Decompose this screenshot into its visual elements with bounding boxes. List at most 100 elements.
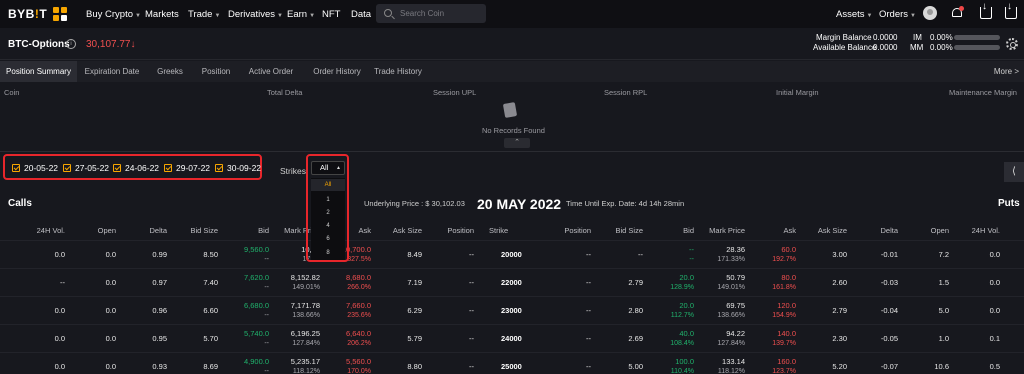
nav-buy-crypto[interactable]: Buy Crypto ▼ <box>86 9 141 20</box>
cell-p-bidsize[interactable]: -- <box>638 250 643 259</box>
col-put-position: Position <box>564 226 591 235</box>
cell-c-bidsize[interactable]: 8.50 <box>203 250 218 259</box>
cell-c-ask-iv: 170.0% <box>347 368 371 374</box>
expiry-chip[interactable]: 29-07-22 <box>164 162 210 174</box>
cell-c-bidsize[interactable]: 7.40 <box>203 278 218 287</box>
search-input[interactable]: Search Coin <box>400 9 444 18</box>
cell-p-bid[interactable]: 40.0 <box>679 329 694 338</box>
cell-p-asksize[interactable]: 5.20 <box>832 362 847 371</box>
cell-p-ask[interactable]: 60.0 <box>781 245 796 254</box>
cell-c-asksize[interactable]: 7.19 <box>407 278 422 287</box>
position-tabs: Position Summary Expiration Date Greeks … <box>0 61 1024 82</box>
cell-p-ask[interactable]: 140.0 <box>777 329 796 338</box>
cell-c-ask[interactable]: 7,660.0 <box>346 301 371 310</box>
collapse-chevron-icon[interactable]: ⌃ <box>504 138 530 148</box>
checkbox-icon[interactable] <box>113 164 121 172</box>
tab-trade-history[interactable]: Trade History <box>372 61 424 82</box>
cell-c-bid[interactable]: 4,900.0 <box>244 357 269 366</box>
cell-c-bid[interactable]: 5,740.0 <box>244 329 269 338</box>
checkbox-icon[interactable] <box>12 164 20 172</box>
cell-c-asksize[interactable]: 8.49 <box>407 250 422 259</box>
cell-p-asksize[interactable]: 2.30 <box>832 334 847 343</box>
tab-position-summary[interactable]: Position Summary <box>0 61 77 82</box>
cell-p-bidsize[interactable]: 2.79 <box>628 278 643 287</box>
cell-p-bid[interactable]: 100.0 <box>675 357 694 366</box>
bybit-logo[interactable]: BYB!T <box>8 7 47 21</box>
cell-p-bid[interactable]: 20.0 <box>679 301 694 310</box>
nav-trade[interactable]: Trade ▼ <box>188 9 220 20</box>
cell-p-bid[interactable]: -- <box>689 245 694 254</box>
expiry-chip[interactable]: 30-09-22 <box>215 162 261 174</box>
download-icon[interactable] <box>980 1 992 19</box>
collapse-panel-icon[interactable]: ⟨ <box>1004 162 1024 182</box>
col-call-position: Position <box>447 226 474 235</box>
tab-position[interactable]: Position <box>198 61 234 82</box>
tab-order-history[interactable]: Order History <box>307 61 367 82</box>
tab-greeks[interactable]: Greeks <box>153 61 187 82</box>
expiry-chip[interactable]: 27-05-22 <box>63 162 109 174</box>
assets-menu[interactable]: Assets ▼ <box>836 9 872 20</box>
cell-p-ask[interactable]: 120.0 <box>777 301 796 310</box>
cell-p-bidsize[interactable]: 5.00 <box>628 362 643 371</box>
cell-p-delta: -0.01 <box>880 250 898 259</box>
cell-c-asksize[interactable]: 8.80 <box>407 362 422 371</box>
cell-c-bidsize[interactable]: 5.70 <box>203 334 218 343</box>
nav-nft[interactable]: NFT <box>322 9 340 20</box>
cell-c-bid[interactable]: 6,680.0 <box>244 301 269 310</box>
mm-bar <box>954 45 1000 50</box>
cell-p-bidsize[interactable]: 2.69 <box>628 334 643 343</box>
avatar[interactable] <box>923 6 937 20</box>
col-put-ask-size: Ask Size <box>817 226 847 235</box>
table-row[interactable]: 0.0 0.0 0.96 6.60 6,680.0 -- 7,171.78 138.66% 7,… <box>0 296 1024 324</box>
more-link[interactable]: More > <box>994 67 1019 76</box>
cell-c-bid[interactable]: 9,560.0 <box>244 245 269 254</box>
cell-p-bidsize[interactable]: 2.80 <box>628 306 643 315</box>
cell-p-asksize[interactable]: 2.79 <box>832 306 847 315</box>
tab-active-order[interactable]: Active Order <box>245 61 297 82</box>
cell-c-vol: -- <box>60 278 65 287</box>
empty-state-text: No Records Found <box>482 126 545 135</box>
cell-p-ask[interactable]: 160.0 <box>777 357 796 366</box>
cell-p-asksize[interactable]: 3.00 <box>832 250 847 259</box>
last-price: 30,107.77↓ <box>86 39 136 50</box>
cell-c-bidsize[interactable]: 6.60 <box>203 306 218 315</box>
table-row[interactable]: 0.00.00.998.509,560.0--10,13171.310,700.… <box>0 240 1024 268</box>
cell-c-ask[interactable]: 5,560.0 <box>346 357 371 366</box>
cell-c-bid[interactable]: 7,620.0 <box>244 273 269 282</box>
deposit-icon[interactable] <box>1005 1 1017 19</box>
checkbox-icon[interactable] <box>164 164 172 172</box>
search-box[interactable]: Search Coin <box>376 4 486 23</box>
cell-c-bidsize[interactable]: 8.69 <box>203 362 218 371</box>
cell-c-asksize[interactable]: 5.79 <box>407 334 422 343</box>
table-row[interactable]: -- 0.0 0.97 7.40 7,620.0 -- 8,152.82 149.01% 8,6… <box>0 268 1024 296</box>
cell-c-ask[interactable]: 8,680.0 <box>346 273 371 282</box>
symbol-title[interactable]: BTC-Options <box>8 39 70 50</box>
table-row[interactable]: 0.0 0.0 0.93 8.69 4,900.0 -- 5,235.17 118.12% 5,… <box>0 352 1024 374</box>
apps-grid-icon[interactable] <box>53 7 67 21</box>
orders-menu[interactable]: Orders ▼ <box>879 9 916 20</box>
nav-data[interactable]: Data <box>351 9 371 20</box>
cell-p-mark: 28.36 <box>726 245 745 254</box>
info-icon[interactable]: i <box>66 39 76 49</box>
cell-c-mark-iv: 127.84% <box>292 340 320 347</box>
checkbox-icon[interactable] <box>215 164 223 172</box>
strike-highlight-box <box>306 154 349 262</box>
col-call-ask: Ask <box>358 226 371 235</box>
checkbox-icon[interactable] <box>63 164 71 172</box>
cell-c-asksize[interactable]: 6.29 <box>407 306 422 315</box>
cell-strike: 22000 <box>501 278 522 287</box>
expiry-chip[interactable]: 24-06-22 <box>113 162 159 174</box>
settings-gear-icon[interactable] <box>1006 38 1018 50</box>
expiry-chip[interactable]: 20-05-22 <box>12 162 58 174</box>
nav-derivatives[interactable]: Derivatives ▼ <box>228 9 283 20</box>
nav-earn[interactable]: Earn ▼ <box>287 9 315 20</box>
notification-bell-icon[interactable] <box>951 6 964 19</box>
cell-p-ask[interactable]: 80.0 <box>781 273 796 282</box>
cell-c-ask[interactable]: 6,640.0 <box>346 329 371 338</box>
table-row[interactable]: 0.0 0.0 0.95 5.70 5,740.0 -- 6,196.25 127.84% 6,… <box>0 324 1024 352</box>
tab-expiration-date[interactable]: Expiration Date <box>82 61 142 82</box>
cell-p-asksize[interactable]: 2.60 <box>832 278 847 287</box>
nav-markets[interactable]: Markets <box>145 9 179 20</box>
cell-p-bid[interactable]: 20.0 <box>679 273 694 282</box>
cell-strike: 23000 <box>501 306 522 315</box>
